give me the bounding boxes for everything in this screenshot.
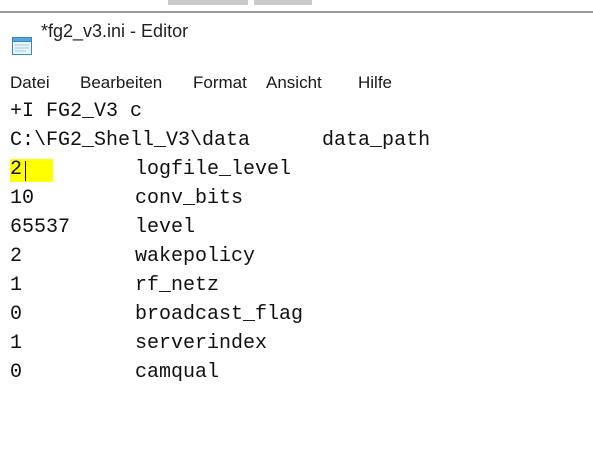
line-value: 10 [10, 187, 35, 210]
line-key: logfile_level [135, 158, 292, 181]
window-top-border [0, 11, 593, 13]
line-text: +I FG2_V3 c [10, 100, 143, 123]
text-line: 10 conv_bits [10, 187, 243, 214]
line-key: conv_bits [135, 187, 244, 210]
line-key: serverindex [135, 332, 268, 355]
window-title: *fg2_v3.ini - Editor [41, 21, 189, 41]
line-value: 2 [10, 245, 23, 268]
menu-ansicht[interactable]: Ansicht [266, 73, 322, 93]
text-cursor [25, 161, 26, 181]
line-value: 65537 [10, 216, 71, 239]
text-line: +I FG2_V3 c [10, 100, 142, 127]
line-value: 2 [10, 158, 23, 181]
line-text: C:\FG2_Shell_V3\data data_path [10, 129, 431, 152]
text-line: 2 wakepolicy [10, 245, 255, 272]
text-line: C:\FG2_Shell_V3\data data_path [10, 129, 430, 156]
line-key: broadcast_flag [135, 303, 304, 326]
line-key: rf_netz [135, 274, 220, 297]
line-value: 0 [10, 361, 23, 384]
text-line: 1 serverindex [10, 332, 267, 359]
text-line: 0 broadcast_flag [10, 303, 303, 330]
menu-bearbeiten[interactable]: Bearbeiten [80, 73, 162, 93]
line-key: camqual [135, 361, 220, 384]
line-value: 0 [10, 303, 23, 326]
menu-bar: Datei Bearbeiten Format Ansicht Hilfe [0, 62, 593, 98]
background-window-edge [0, 0, 593, 14]
text-editor[interactable]: +I FG2_V3 c C:\FG2_Shell_V3\data data_pa… [0, 98, 593, 401]
menu-datei[interactable]: Datei [10, 73, 50, 93]
menu-hilfe[interactable]: Hilfe [358, 73, 392, 93]
text-line: 65537 level [10, 216, 195, 243]
line-key: wakepolicy [135, 245, 256, 268]
line-value: 1 [10, 274, 23, 297]
background-window-strip [254, 0, 312, 5]
menu-format[interactable]: Format [193, 73, 247, 93]
line-value: 1 [10, 332, 23, 355]
text-line: 2 logfile_level [10, 158, 291, 185]
background-window-strip [168, 0, 248, 5]
text-line: 0 camqual [10, 361, 219, 388]
notepad-icon [12, 37, 32, 55]
title-bar: *fg2_v3.ini - Editor [0, 14, 593, 62]
text-line: 1 rf_netz [10, 274, 219, 301]
line-key: level [135, 216, 196, 239]
